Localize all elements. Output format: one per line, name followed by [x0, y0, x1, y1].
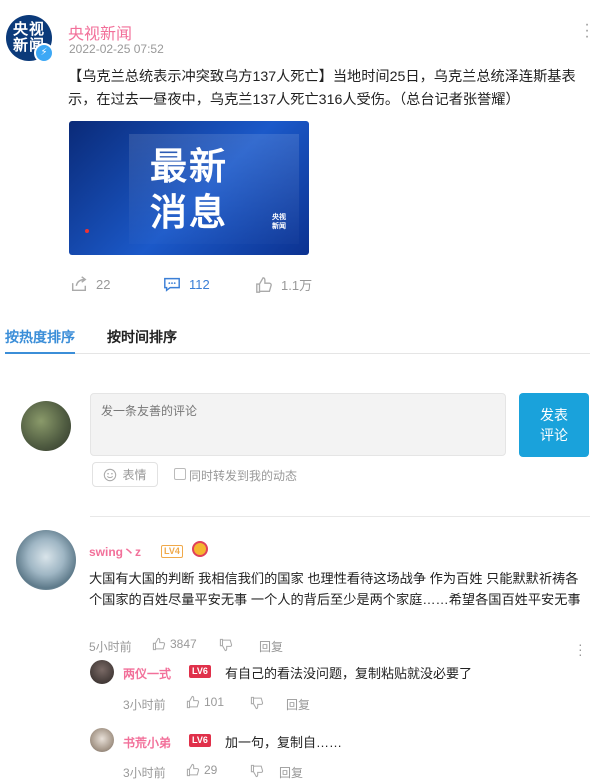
- image-logo: 央视 新闻: [272, 214, 286, 230]
- comment-like-count: 3847: [170, 637, 197, 651]
- forward-checkbox[interactable]: [174, 468, 186, 480]
- active-tab-indicator: [5, 352, 75, 354]
- share-icon: [71, 276, 87, 292]
- image-headline: 最新 消息: [150, 146, 228, 233]
- medal-icon: [192, 541, 208, 557]
- reply-reply-button[interactable]: 回复: [279, 764, 303, 781]
- post-text: 【乌克兰总统表示冲突致乌方137人死亡】当地时间25日，乌克兰总统泽连斯基表示，…: [68, 69, 576, 108]
- more-options-icon[interactable]: · · ·: [584, 17, 590, 45]
- reply-like-button[interactable]: 29: [186, 763, 217, 777]
- thumbs-up-icon: [186, 695, 200, 709]
- commenter-avatar[interactable]: [16, 530, 76, 590]
- share-button[interactable]: 22: [70, 275, 110, 293]
- tab-divider: [5, 353, 590, 354]
- comment-button[interactable]: 112: [163, 275, 210, 293]
- thumbs-down-icon: [250, 764, 264, 777]
- comment-input[interactable]: 发一条友善的评论: [90, 393, 506, 456]
- reply-like-button[interactable]: 101: [186, 695, 224, 709]
- reply-user[interactable]: 书荒小弟: [123, 734, 171, 751]
- forward-label: 同时转发到我的动态: [189, 469, 298, 483]
- comment-like-button[interactable]: 3847: [152, 637, 197, 651]
- account-avatar[interactable]: 央视 新闻 ⚡: [6, 15, 54, 63]
- reply-dislike-button[interactable]: [250, 695, 264, 710]
- reply-like-count: 29: [204, 763, 218, 777]
- reply-time: 3小时前: [123, 766, 166, 780]
- tab-sort-by-hot[interactable]: 按热度排序: [5, 327, 75, 347]
- reply-like-count: 101: [204, 695, 225, 709]
- thumbs-down-icon: [250, 696, 264, 709]
- reply-text: 有自己的看法没问题，复制粘贴就没必要了: [225, 666, 473, 681]
- tab-sort-by-time[interactable]: 按时间排序: [107, 327, 177, 347]
- reply-avatar[interactable]: [90, 728, 114, 752]
- comment-icon: [164, 277, 180, 292]
- composer-divider: [90, 516, 590, 517]
- share-count: 22: [96, 276, 111, 292]
- emoji-label: 表情: [122, 468, 147, 482]
- comment-reply-button[interactable]: 回复: [259, 638, 283, 655]
- verified-icon: ⚡: [34, 43, 54, 63]
- emoji-button[interactable]: 表情: [92, 462, 158, 487]
- thumbs-up-icon: [152, 637, 166, 651]
- submit-label: 发表 评论: [540, 407, 568, 443]
- reply-avatar[interactable]: [90, 660, 114, 684]
- level-badge: LV4: [161, 545, 183, 558]
- news-image[interactable]: 最新 消息 央视 新闻: [69, 121, 309, 255]
- reply-dislike-button[interactable]: [250, 763, 264, 778]
- reply-reply-button[interactable]: 回复: [286, 696, 310, 713]
- like-count: 1.1万: [281, 278, 313, 293]
- thumbs-up-icon: [186, 763, 200, 777]
- comment-more-icon[interactable]: · · ·: [578, 637, 583, 661]
- thumbs-down-icon: [219, 638, 233, 651]
- reply-text: 加一句，复制自……: [225, 735, 343, 750]
- smile-icon: [104, 468, 117, 481]
- reply-level-badge: LV6: [189, 734, 211, 747]
- commenter-name[interactable]: swing丶z: [89, 543, 141, 560]
- comment-dislike-button[interactable]: [219, 637, 233, 652]
- like-button[interactable]: 1.1万: [255, 275, 312, 294]
- comment-time: 5小时前: [89, 640, 132, 654]
- my-avatar: [21, 401, 71, 451]
- submit-comment-button[interactable]: 发表 评论: [519, 393, 589, 457]
- comment-text: 大国有大国的判断 我相信我们的国家 也理性看待这场战争 作为百姓 只能默默祈祷各…: [89, 571, 581, 607]
- post-time: 2022-02-25 07:52: [69, 42, 164, 56]
- comment-count: 112: [189, 276, 210, 292]
- thumbs-up-icon: [256, 276, 272, 293]
- reply-user[interactable]: 两仪一式: [123, 665, 171, 682]
- reply-time: 3小时前: [123, 698, 166, 712]
- image-dot: [85, 229, 89, 233]
- reply-level-badge: LV6: [189, 665, 211, 678]
- account-name[interactable]: 央视新闻: [68, 20, 132, 44]
